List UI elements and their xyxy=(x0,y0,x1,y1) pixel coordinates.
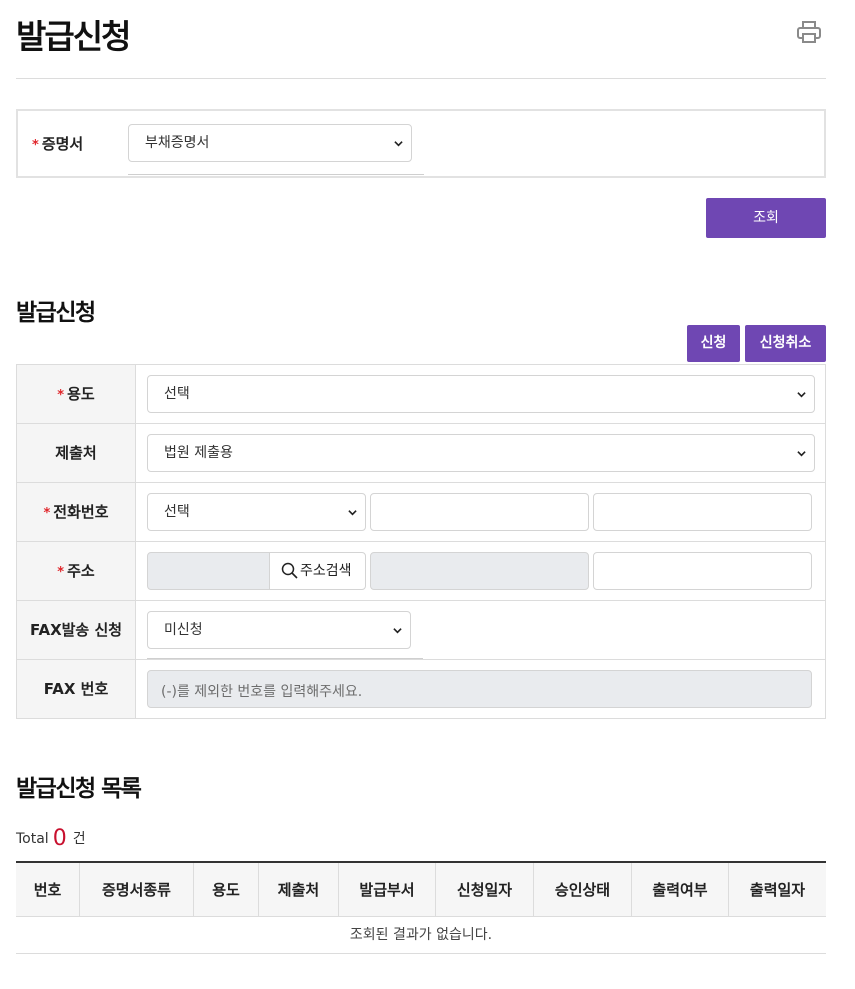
form-row-purpose: * 용도 선택 xyxy=(17,365,825,424)
column-header: 승인상태 xyxy=(534,863,632,917)
purpose-select-value: 선택 xyxy=(164,386,190,402)
column-header: 출력여부 xyxy=(632,863,729,917)
certificate-label-text: 증명서 xyxy=(41,135,84,153)
form-row-phone: * 전화번호 선택 xyxy=(17,483,825,542)
phone-middle-input[interactable] xyxy=(370,493,589,531)
form-row-submit-to: 제출처 법원 제출용 xyxy=(17,424,825,483)
apply-form: * 용도 선택 제출처 법원 제출용 * 전화번호 선택 * 주소 주소검색 F… xyxy=(16,364,826,719)
fax-select-underline xyxy=(147,658,423,659)
submit-to-label: 제출처 xyxy=(17,424,136,482)
print-icon[interactable] xyxy=(796,20,822,44)
chevron-down-icon xyxy=(348,510,357,516)
address-label: * 주소 xyxy=(17,542,136,600)
chevron-down-icon xyxy=(393,628,402,634)
phone-label: * 전화번호 xyxy=(17,483,136,541)
required-mark: * xyxy=(57,388,65,403)
required-mark: * xyxy=(57,565,65,580)
column-header: 발급부서 xyxy=(339,863,436,917)
certificate-filter: * 증명서 부채증명서 xyxy=(16,109,826,178)
total-unit: 건 xyxy=(72,831,86,847)
column-header: 제출처 xyxy=(259,863,339,917)
list-section-title: 발급신청 목록 xyxy=(16,776,142,802)
address-label-text: 주소 xyxy=(67,562,95,580)
chevron-down-icon xyxy=(797,392,806,398)
fax-request-select[interactable]: 미신청 xyxy=(147,611,411,649)
required-mark: * xyxy=(32,138,39,153)
phone-prefix-select[interactable]: 선택 xyxy=(147,493,366,531)
certificate-select-value: 부채증명서 xyxy=(145,135,210,151)
chevron-down-icon xyxy=(394,141,403,147)
column-header: 증명서종류 xyxy=(80,863,194,917)
address-main-input[interactable] xyxy=(370,552,589,590)
empty-result-message: 조회된 결과가 없습니다. xyxy=(16,917,826,954)
purpose-select[interactable]: 선택 xyxy=(147,375,815,413)
fax-number-input[interactable]: (-)를 제외한 번호를 입력해주세요. xyxy=(147,670,812,708)
required-mark: * xyxy=(43,506,51,521)
phone-label-text: 전화번호 xyxy=(53,503,109,521)
application-list-table: 번호 증명서종류 용도 제출처 발급부서 신청일자 승인상태 출력여부 출력일자… xyxy=(16,861,826,954)
purpose-label-text: 용도 xyxy=(67,385,95,403)
zip-code-input[interactable] xyxy=(147,552,271,590)
apply-section-title: 발급신청 xyxy=(16,300,96,326)
address-detail-input[interactable] xyxy=(593,552,812,590)
column-header: 용도 xyxy=(194,863,259,917)
apply-button[interactable]: 신청 xyxy=(687,325,740,362)
submit-to-select[interactable]: 법원 제출용 xyxy=(147,434,815,472)
certificate-underline xyxy=(128,174,424,175)
certificate-select[interactable]: 부채증명서 xyxy=(128,124,412,162)
form-row-fax-number: FAX 번호 (-)를 제외한 번호를 입력해주세요. xyxy=(17,660,825,718)
purpose-label: * 용도 xyxy=(17,365,136,423)
fax-number-placeholder: (-)를 제외한 번호를 입력해주세요. xyxy=(161,684,363,700)
submit-to-select-value: 법원 제출용 xyxy=(164,445,233,461)
total-count: Total 0 건 xyxy=(16,824,86,851)
search-button[interactable]: 조회 xyxy=(706,198,826,238)
column-header: 번호 xyxy=(16,863,80,917)
cancel-apply-button[interactable]: 신청취소 xyxy=(745,325,826,362)
total-label: Total xyxy=(16,831,49,847)
fax-number-label: FAX 번호 xyxy=(17,660,136,718)
page-title: 발급신청 xyxy=(16,17,131,56)
address-search-label: 주소검색 xyxy=(300,563,352,579)
chevron-down-icon xyxy=(797,451,806,457)
phone-last-input[interactable] xyxy=(593,493,812,531)
phone-prefix-value: 선택 xyxy=(164,504,190,520)
form-row-fax-request: FAX발송 신청 미신청 xyxy=(17,601,825,660)
fax-request-value: 미신청 xyxy=(164,622,203,638)
fax-request-label: FAX발송 신청 xyxy=(17,601,136,659)
magnifier-icon xyxy=(281,562,298,579)
title-divider xyxy=(16,78,826,79)
total-number: 0 xyxy=(52,826,67,851)
column-header: 신청일자 xyxy=(436,863,534,917)
certificate-label: * 증명서 xyxy=(32,133,83,154)
form-row-address: * 주소 주소검색 xyxy=(17,542,825,601)
address-search-button[interactable]: 주소검색 xyxy=(269,552,366,590)
column-header: 출력일자 xyxy=(749,881,806,899)
table-header: 번호 증명서종류 용도 제출처 발급부서 신청일자 승인상태 출력여부 출력일자 xyxy=(16,863,826,917)
